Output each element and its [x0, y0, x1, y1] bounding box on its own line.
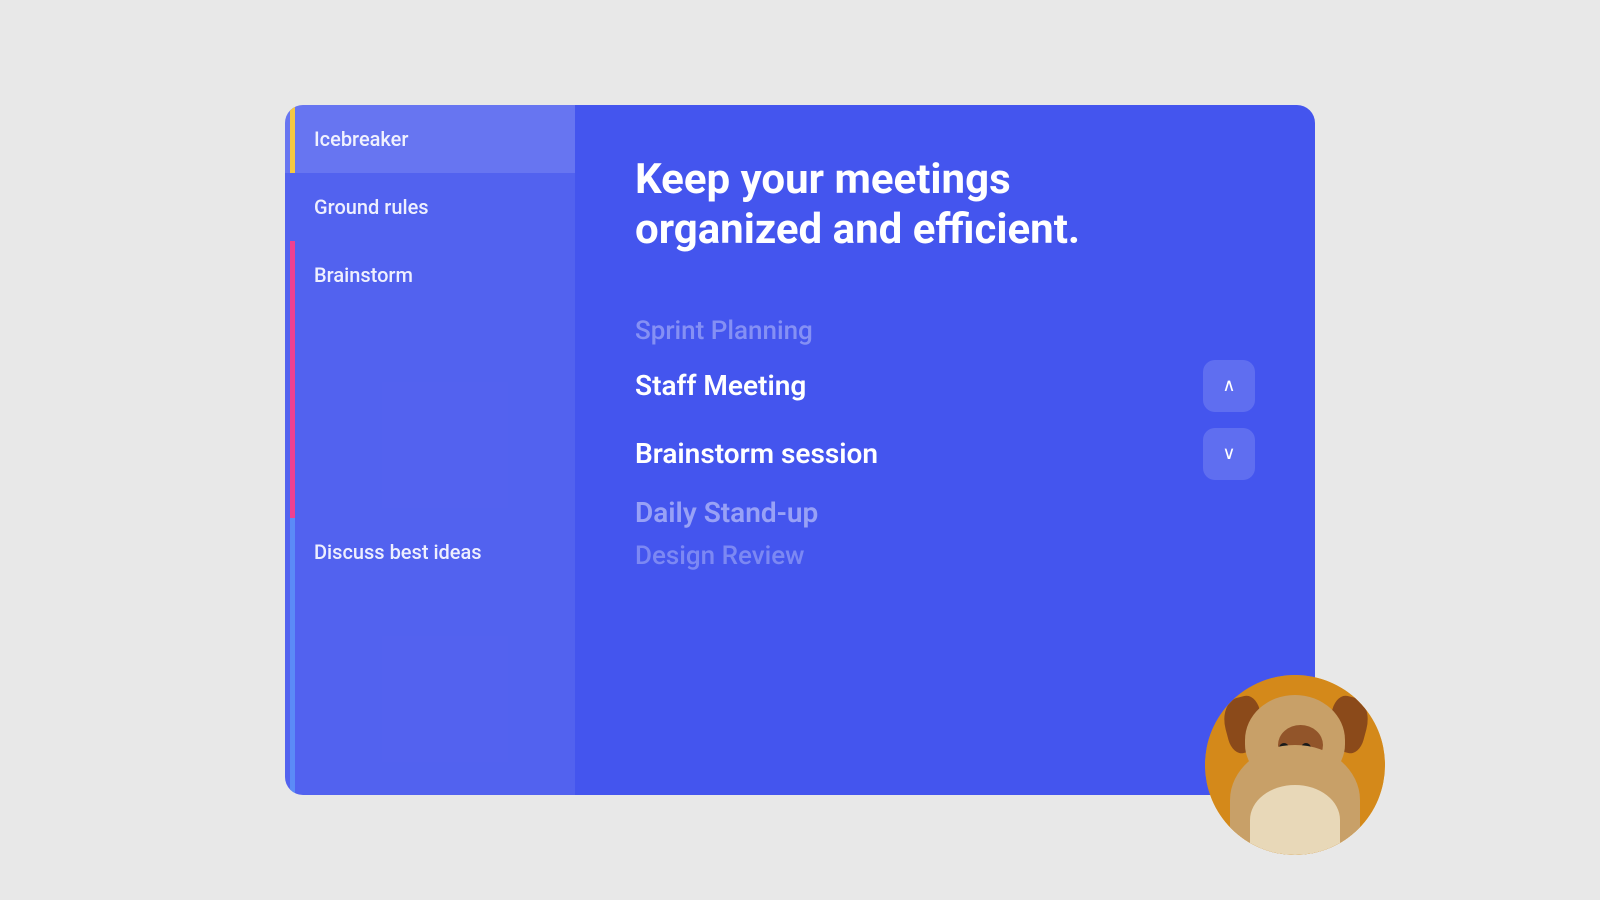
brainstorm-session-title: Brainstorm session	[635, 437, 878, 470]
sidebar-label-ground-rules: Ground rules	[314, 195, 429, 219]
sidebar-item-brainstorm[interactable]: Brainstorm	[285, 241, 575, 518]
chevron-up-button[interactable]: ∧	[1203, 360, 1255, 412]
chevron-down-button[interactable]: ∨	[1203, 428, 1255, 480]
sidebar-label-icebreaker: Icebreaker	[314, 127, 408, 151]
headline: Keep your meetings organized and efficie…	[635, 155, 1115, 256]
main-card: Icebreaker Ground rules Brainstorm Discu…	[285, 105, 1315, 795]
sidebar-item-discuss-best-ideas[interactable]: Discuss best ideas	[285, 518, 575, 795]
chevron-down-icon: ∨	[1222, 443, 1235, 464]
accent-bar-icebreaker	[290, 105, 295, 173]
meeting-list: Sprint Planning Staff Meeting ∧ Brainsto…	[635, 316, 1255, 571]
sprint-planning-label: Sprint Planning	[635, 316, 1255, 346]
meeting-item-brainstorm-session: Brainstorm session ∨	[635, 420, 1255, 488]
dog-chest	[1250, 785, 1340, 855]
meeting-item-daily-standup: Daily Stand-up	[635, 488, 1255, 537]
daily-standup-title: Daily Stand-up	[635, 496, 818, 529]
content-area: Keep your meetings organized and efficie…	[575, 105, 1315, 795]
sidebar-item-ground-rules[interactable]: Ground rules	[285, 173, 575, 241]
sidebar-label-discuss: Discuss best ideas	[314, 540, 482, 564]
sidebar-label-brainstorm: Brainstorm	[314, 263, 413, 287]
sidebar-item-icebreaker[interactable]: Icebreaker	[285, 105, 575, 173]
dog-body	[1230, 745, 1360, 855]
staff-meeting-title: Staff Meeting	[635, 369, 806, 402]
chevron-up-icon: ∧	[1222, 375, 1235, 396]
accent-bar-discuss	[290, 518, 295, 795]
avatar	[1205, 675, 1385, 855]
accent-bar-brainstorm	[290, 241, 295, 518]
design-review-label: Design Review	[635, 541, 1255, 571]
meeting-item-staff-meeting: Staff Meeting ∧	[635, 352, 1255, 420]
accent-bar-ground-rules	[290, 173, 295, 241]
dog-image	[1205, 675, 1385, 855]
sidebar: Icebreaker Ground rules Brainstorm Discu…	[285, 105, 575, 795]
